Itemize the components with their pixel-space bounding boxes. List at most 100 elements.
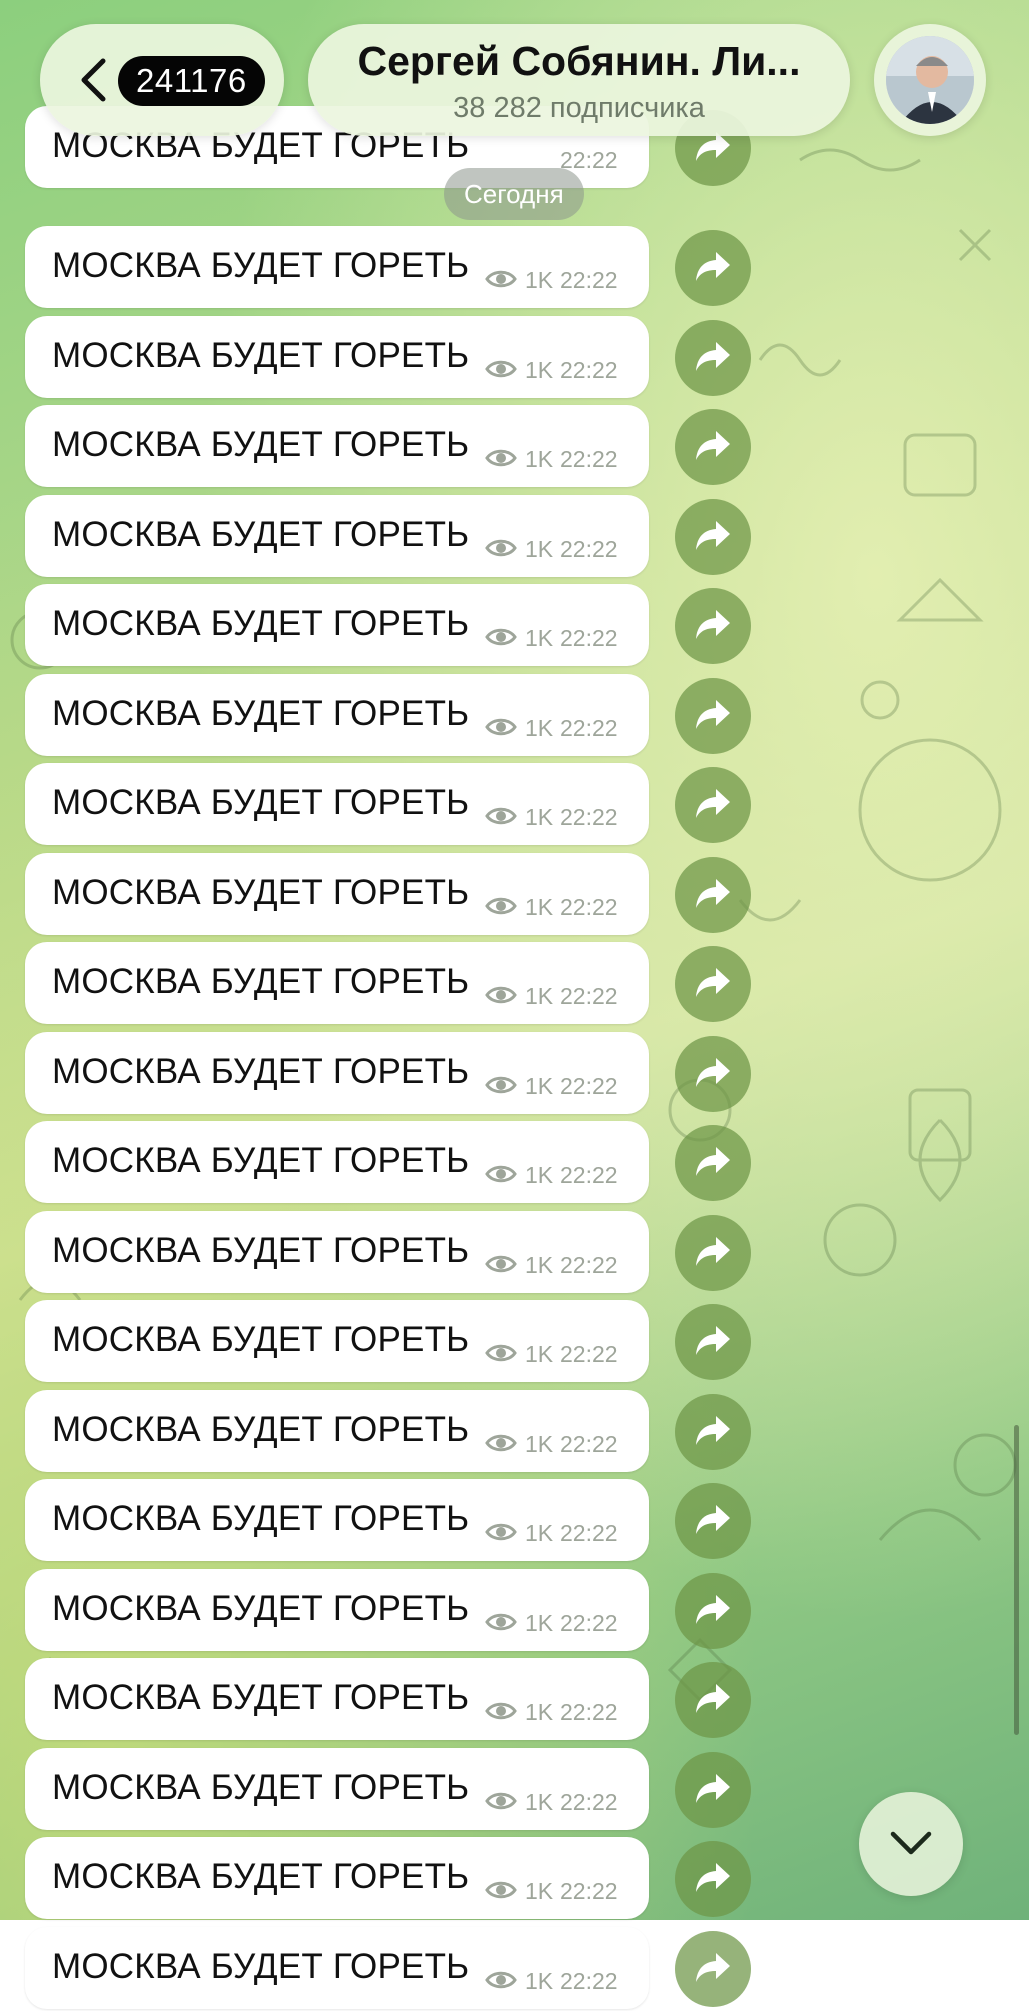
message-row: МОСКВА БУДЕТ ГОРЕТЬ 1K 22:22 [25, 1837, 765, 1921]
message-bubble[interactable]: МОСКВА БУДЕТ ГОРЕТЬ 1K 22:22 [25, 1032, 649, 1114]
eye-icon [485, 1613, 517, 1631]
eye-icon [485, 1255, 517, 1273]
share-button[interactable] [675, 678, 751, 754]
message-bubble[interactable]: МОСКВА БУДЕТ ГОРЕТЬ 1K 22:22 [25, 226, 649, 308]
message-bubble[interactable]: МОСКВА БУДЕТ ГОРЕТЬ 1K 22:22 [25, 584, 649, 666]
message-row: МОСКВА БУДЕТ ГОРЕТЬ 1K 22:22 [25, 853, 765, 937]
view-count: 1K [525, 1878, 554, 1904]
eye-icon [485, 807, 517, 825]
share-arrow-icon [696, 1237, 730, 1266]
message-bubble[interactable]: МОСКВА БУДЕТ ГОРЕТЬ 1K 22:22 [25, 1121, 649, 1203]
view-count: 1K [525, 1520, 554, 1546]
share-arrow-icon [696, 879, 730, 908]
share-button[interactable] [675, 588, 751, 664]
message-text: МОСКВА БУДЕТ ГОРЕТЬ [52, 1410, 470, 1449]
message-time: 22:22 [560, 1520, 618, 1546]
share-arrow-icon [696, 968, 730, 997]
share-button[interactable] [675, 767, 751, 843]
view-count: 1K [525, 1341, 554, 1367]
share-arrow-icon [696, 1505, 730, 1534]
message-text: МОСКВА БУДЕТ ГОРЕТЬ [52, 1589, 470, 1628]
eye-icon [485, 449, 517, 467]
message-bubble[interactable]: МОСКВА БУДЕТ ГОРЕТЬ 1K 22:22 [25, 1837, 649, 1919]
message-time: 22:22 [560, 1073, 618, 1099]
message-row: МОСКВА БУДЕТ ГОРЕТЬ 1K 22:22 [25, 495, 765, 579]
message-row: МОСКВА БУДЕТ ГОРЕТЬ 1K 22:22 [25, 1569, 765, 1653]
share-button[interactable] [675, 1215, 751, 1291]
share-button[interactable] [675, 1394, 751, 1470]
eye-icon [485, 1523, 517, 1541]
avatar-photo [886, 36, 974, 124]
back-button[interactable]: 241176 [40, 24, 284, 136]
message-bubble[interactable]: МОСКВА БУДЕТ ГОРЕТЬ 1K 22:22 [25, 674, 649, 756]
message-text: МОСКВА БУДЕТ ГОРЕТЬ [52, 1052, 470, 1091]
eye-icon [485, 718, 517, 736]
message-row: МОСКВА БУДЕТ ГОРЕТЬ 1K 22:22 [25, 1211, 765, 1295]
share-button[interactable] [675, 1841, 751, 1917]
view-count: 1K [525, 1789, 554, 1815]
share-button[interactable] [675, 230, 751, 306]
view-count: 1K [525, 1610, 554, 1636]
eye-icon [485, 897, 517, 915]
view-count: 1K [525, 715, 554, 741]
message-text: МОСКВА БУДЕТ ГОРЕТЬ [52, 1141, 470, 1180]
eye-icon [485, 539, 517, 557]
channel-avatar[interactable] [874, 24, 986, 136]
message-bubble[interactable]: МОСКВА БУДЕТ ГОРЕТЬ 1K 22:22 [25, 942, 649, 1024]
message-time: 22:22 [560, 1431, 618, 1457]
message-bubble[interactable]: МОСКВА БУДЕТ ГОРЕТЬ 1K 22:22 [25, 495, 649, 577]
person-photo [886, 36, 974, 124]
message-time: 22:22 [560, 625, 618, 651]
message-bubble[interactable]: МОСКВА БУДЕТ ГОРЕТЬ 1K 22:22 [25, 1390, 649, 1472]
message-bubble[interactable]: МОСКВА БУДЕТ ГОРЕТЬ 1K 22:22 [25, 1479, 649, 1561]
message-bubble[interactable]: МОСКВА БУДЕТ ГОРЕТЬ 1K 22:22 [25, 1569, 649, 1651]
message-bubble[interactable]: МОСКВА БУДЕТ ГОРЕТЬ 1K 22:22 [25, 1211, 649, 1293]
message-text: МОСКВА БУДЕТ ГОРЕТЬ [52, 694, 470, 733]
message-row: МОСКВА БУДЕТ ГОРЕТЬ 1K 22:22 [25, 316, 765, 400]
share-button[interactable] [675, 1931, 751, 2007]
scroll-down-button[interactable] [859, 1792, 963, 1896]
share-button[interactable] [675, 946, 751, 1022]
channel-info[interactable]: Сергей Собянин. Ли... 38 282 подписчика [308, 24, 850, 136]
eye-icon [485, 270, 517, 288]
message-bubble[interactable]: МОСКВА БУДЕТ ГОРЕТЬ 1K 22:22 [25, 853, 649, 935]
message-row: МОСКВА БУДЕТ ГОРЕТЬ 1K 22:22 [25, 1121, 765, 1205]
message-bubble[interactable]: МОСКВА БУДЕТ ГОРЕТЬ 1K 22:22 [25, 1927, 649, 2009]
message-text: МОСКВА БУДЕТ ГОРЕТЬ [52, 962, 470, 1001]
share-button[interactable] [675, 1125, 751, 1201]
message-bubble[interactable]: МОСКВА БУДЕТ ГОРЕТЬ 1K 22:22 [25, 1300, 649, 1382]
message-time: 22:22 [560, 1252, 618, 1278]
scroll-indicator[interactable] [1014, 1425, 1019, 1735]
share-button[interactable] [675, 320, 751, 396]
share-button[interactable] [675, 1752, 751, 1828]
share-button[interactable] [675, 409, 751, 485]
message-bubble[interactable]: МОСКВА БУДЕТ ГОРЕТЬ 1K 22:22 [25, 316, 649, 398]
message-bubble[interactable]: МОСКВА БУДЕТ ГОРЕТЬ 1K 22:22 [25, 405, 649, 487]
message-row: МОСКВА БУДЕТ ГОРЕТЬ 1K 22:22 [25, 1658, 765, 1742]
share-button[interactable] [675, 1036, 751, 1112]
share-arrow-icon [696, 521, 730, 550]
message-text: МОСКВА БУДЕТ ГОРЕТЬ [52, 783, 470, 822]
message-bubble[interactable]: МОСКВА БУДЕТ ГОРЕТЬ 1K 22:22 [25, 763, 649, 845]
message-time: 22:22 [560, 1968, 618, 1994]
share-arrow-icon [696, 700, 730, 729]
message-text: МОСКВА БУДЕТ ГОРЕТЬ [52, 1499, 470, 1538]
message-time: 22:22 [560, 894, 618, 920]
share-button[interactable] [675, 499, 751, 575]
share-button[interactable] [675, 1304, 751, 1380]
message-time: 22:22 [560, 1878, 618, 1904]
message-text: МОСКВА БУДЕТ ГОРЕТЬ [52, 1320, 470, 1359]
message-list[interactable]: МОСКВА БУДЕТ ГОРЕТЬ 22:22 МОСКВА БУДЕТ Г… [0, 0, 1029, 2009]
eye-icon [485, 1971, 517, 1989]
message-time: 22:22 [560, 983, 618, 1009]
view-count: 1K [525, 1968, 554, 1994]
message-bubble[interactable]: МОСКВА БУДЕТ ГОРЕТЬ 1K 22:22 [25, 1748, 649, 1830]
share-arrow-icon [696, 1774, 730, 1803]
share-arrow-icon [696, 610, 730, 639]
message-bubble[interactable]: МОСКВА БУДЕТ ГОРЕТЬ 1K 22:22 [25, 1658, 649, 1740]
share-button[interactable] [675, 1662, 751, 1738]
share-button[interactable] [675, 857, 751, 933]
share-button[interactable] [675, 1483, 751, 1559]
view-count: 1K [525, 625, 554, 651]
share-button[interactable] [675, 1573, 751, 1649]
